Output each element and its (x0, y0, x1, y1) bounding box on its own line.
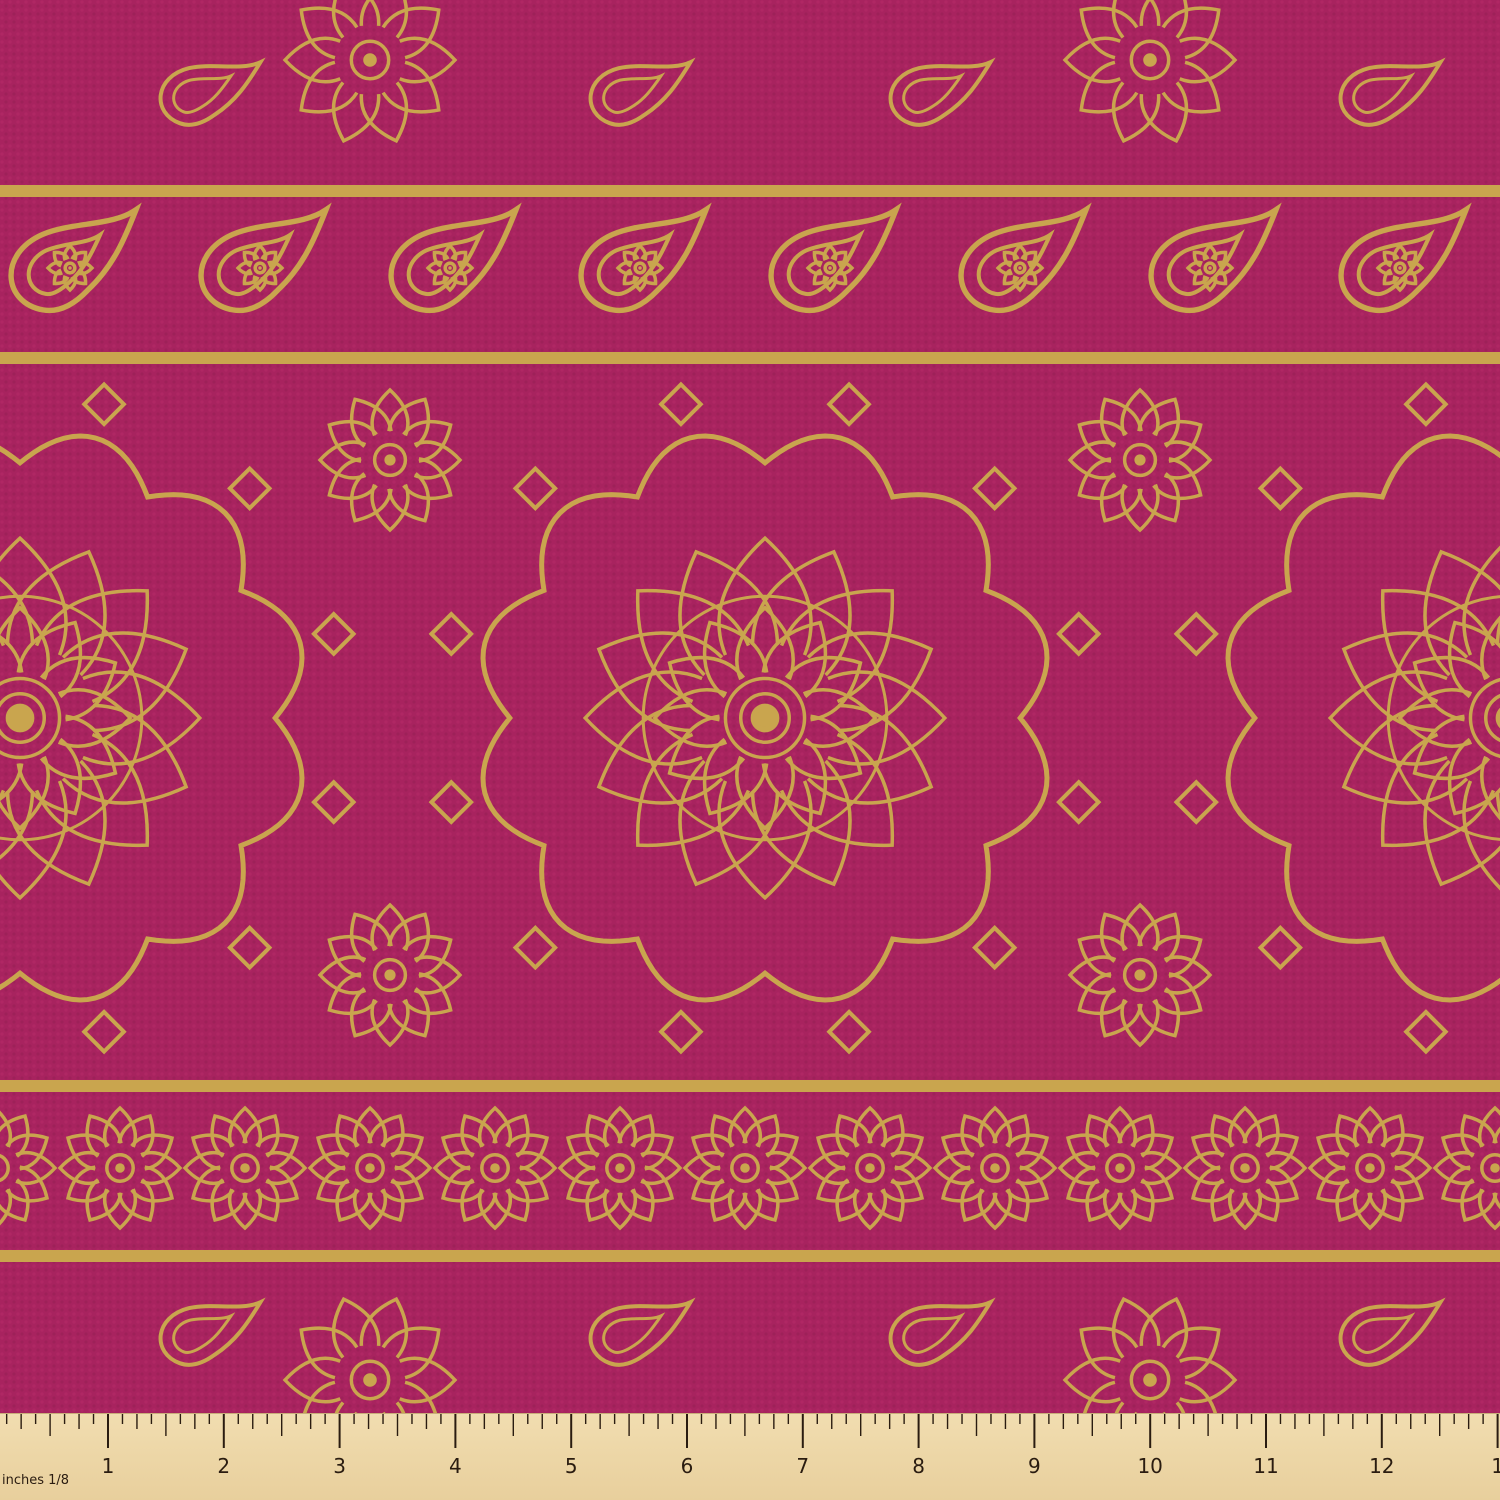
ruler-number: 1 (101, 1454, 115, 1478)
gold-stripe (0, 185, 1500, 197)
ruler-number: 7 (796, 1454, 810, 1478)
gold-stripe (0, 1250, 1500, 1262)
ruler-number: 12 (1369, 1454, 1395, 1478)
ruler-number: 6 (680, 1454, 694, 1478)
ruler-unit-label: inches 1/8 (2, 1473, 70, 1488)
gold-stripe (0, 1080, 1500, 1092)
ruler-number: 4 (449, 1454, 462, 1478)
measurement-ruler: inches 1/8 1 2 3 4 5 6 7 8 9 10 11 12 1 (0, 1413, 1500, 1500)
ruler-number: 11 (1253, 1454, 1279, 1478)
ruler-number: 9 (1028, 1454, 1041, 1478)
gold-stripe (0, 352, 1500, 364)
fabric-swatch: inches 1/8 1 2 3 4 5 6 7 8 9 10 11 12 1 (0, 0, 1500, 1500)
ruler-number: 8 (912, 1454, 925, 1478)
fabric-pattern (0, 0, 1500, 1500)
ruler-number: 1 (1491, 1454, 1500, 1478)
ruler-number: 10 (1137, 1454, 1163, 1478)
ruler-number: 3 (333, 1454, 346, 1478)
ruler-number: 5 (564, 1454, 578, 1478)
ruler-number: 2 (217, 1454, 231, 1478)
